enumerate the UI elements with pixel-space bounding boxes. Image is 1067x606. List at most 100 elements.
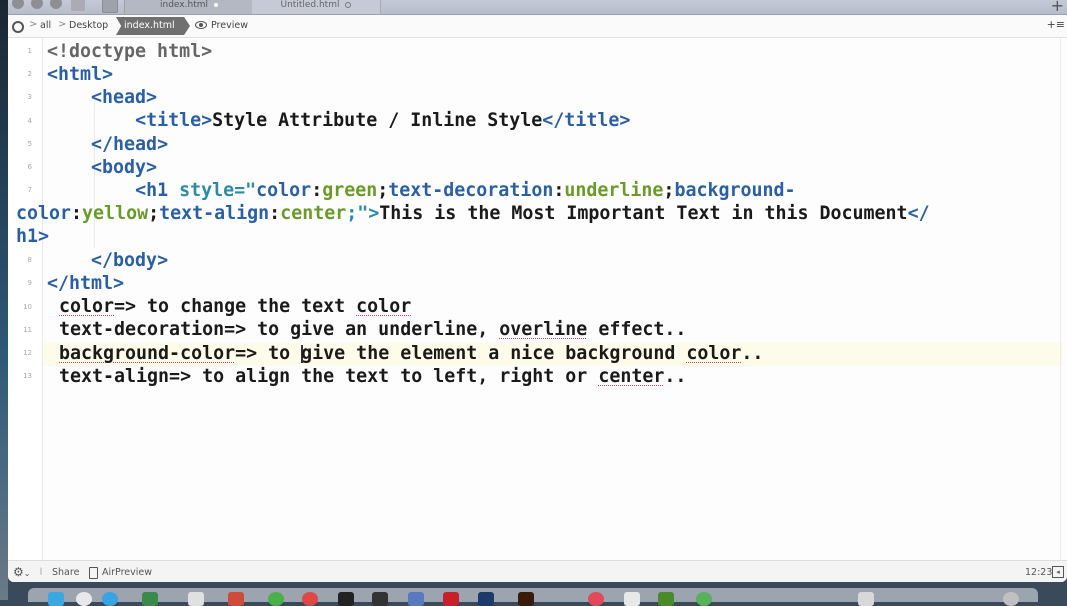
dock-app-icon[interactable] [338, 592, 354, 606]
note-text: .. [741, 343, 764, 364]
trash-icon[interactable] [1003, 592, 1019, 606]
dock-app-icon[interactable] [624, 592, 640, 606]
dock-app-icon[interactable] [658, 592, 674, 606]
code-line-11: text-decoration=> to give an underline, … [59, 318, 686, 341]
status-bar: ⚙⌄ ⦚ Share AirPreview 12:23 ◂ [8, 560, 1067, 582]
collapse-panel-icon[interactable]: ◂ [1052, 566, 1064, 578]
eye-icon [195, 21, 207, 29]
h1-close-tag-start: </ [907, 203, 930, 224]
new-tab-button[interactable]: + [1051, 0, 1064, 15]
preview-button[interactable]: Preview [211, 20, 248, 31]
window-controls [12, 0, 62, 9]
code-line-7-wrap-2: h1> [16, 225, 49, 248]
line-number: 7 [27, 186, 32, 194]
line-number: 9 [27, 279, 32, 287]
dock-app-icon[interactable] [102, 592, 118, 606]
close-tab-icon[interactable] [345, 1, 352, 8]
status-circle-icon[interactable] [12, 21, 24, 33]
code-line-9: </html> [47, 272, 124, 295]
line-number: 4 [27, 117, 32, 125]
h1-open-tag: <h1 [135, 180, 169, 201]
note-text: => to [235, 343, 302, 364]
cursor-position: 12:23 [1025, 567, 1053, 578]
desktop-background [0, 0, 8, 600]
toolbar-button[interactable] [71, 0, 85, 11]
code-line-8: </body> [47, 249, 168, 272]
line-number: 5 [27, 140, 32, 148]
modified-dot-icon [213, 2, 218, 7]
line-number: 10 [23, 303, 32, 311]
note-text: => to change the text [114, 296, 357, 317]
breadcrumb-all[interactable]: all [40, 20, 51, 31]
line-number: 1 [27, 47, 32, 55]
dock-app-icon[interactable] [268, 592, 284, 606]
note-text: give the element a nice background [301, 343, 687, 364]
page-guide [1060, 38, 1061, 560]
html-open-tag: <html> [47, 64, 114, 85]
code-line-2: <html> [47, 63, 113, 86]
dock-app-icon[interactable] [188, 592, 204, 606]
line-number: 11 [23, 326, 32, 334]
note-text: center [598, 366, 665, 387]
css-property: text-decoration [388, 180, 554, 201]
chevron-right-icon: > [58, 19, 67, 30]
note-text: color [686, 343, 742, 364]
line-gutter: 1 2 3 4 5 6 7 8 9 10 11 12 13 [8, 38, 43, 560]
dock-app-icon[interactable] [858, 592, 874, 606]
dock-app-icon[interactable] [408, 592, 424, 606]
code-line-6: <body> [47, 156, 157, 179]
code-line-10: color=> to change the text color [59, 295, 411, 318]
tab-label: index.html [160, 0, 208, 10]
tab-untitled-html[interactable]: Untitled.html [252, 0, 381, 14]
dock-app-icon[interactable] [76, 592, 92, 606]
dock-app-icon[interactable] [588, 592, 604, 606]
share-button[interactable]: Share [52, 567, 79, 578]
line-number: 6 [27, 163, 32, 171]
dock-app-icon[interactable] [372, 592, 388, 606]
airpreview-button[interactable]: AirPreview [102, 567, 152, 578]
breadcrumb: > all > Desktop index.html ⌄ Preview +≡ [8, 15, 1067, 38]
dock-app-icon[interactable] [142, 592, 158, 606]
code-line-12: background-color=> to give the element a… [59, 342, 763, 365]
add-split-icon[interactable]: +≡ [1047, 18, 1065, 31]
line-number: 2 [27, 70, 32, 78]
code-line-4: <title>Style Attribute / Inline Style</t… [47, 109, 630, 132]
note-text: .. [664, 366, 687, 387]
gear-icon[interactable]: ⚙⌄ [13, 565, 30, 579]
css-value: center [280, 203, 347, 224]
editor-window: index.html Untitled.html + > all > Deskt… [8, 0, 1067, 582]
note-text: overline [499, 319, 588, 340]
body-open-tag: <body> [91, 157, 158, 178]
dock-app-icon[interactable] [48, 592, 64, 606]
code-line-7: <h1 style="color:green;text-decoration:u… [135, 180, 796, 201]
dock-app-icon[interactable] [696, 592, 712, 606]
code-editor[interactable]: 1 2 3 4 5 6 7 8 9 10 11 12 13 <!doctype … [8, 38, 1067, 560]
code-line-5: </head> [47, 133, 168, 156]
code-content: <!doctype html> <html> <head> <title>Sty… [16, 38, 930, 395]
h1-close-tag-end: h1> [16, 226, 50, 247]
css-value: yellow [82, 203, 149, 224]
dock-app-icon[interactable] [478, 592, 494, 606]
note-text: background-color [59, 343, 236, 364]
close-window-button[interactable] [12, 0, 24, 9]
breadcrumb-desktop[interactable]: Desktop [69, 20, 108, 31]
chevron-right-icon: > [29, 19, 38, 30]
attribute-end: ;"> [346, 203, 380, 224]
style-attribute: style=" [179, 180, 257, 201]
code-line-3: <head> [47, 86, 157, 109]
dock-app-icon[interactable] [443, 592, 459, 606]
sidebar-toggle-button[interactable] [102, 0, 118, 13]
dock-app-icon[interactable] [302, 592, 318, 606]
minimize-window-button[interactable] [31, 0, 43, 9]
breadcrumb-current-file[interactable]: index.html ⌄ [116, 17, 190, 35]
code-line-1: <!doctype html> [47, 40, 212, 63]
dock-app-icon[interactable] [518, 592, 534, 606]
zoom-window-button[interactable] [50, 0, 62, 9]
tab-index-html[interactable]: index.html [124, 0, 254, 14]
dock-app-icon[interactable] [228, 592, 244, 606]
title-text: Style Attribute / Inline Style [212, 110, 543, 131]
device-icon [89, 567, 98, 579]
css-property: background- [674, 180, 796, 201]
doctype: <!doctype html> [47, 41, 213, 62]
line-number: 3 [27, 93, 32, 101]
